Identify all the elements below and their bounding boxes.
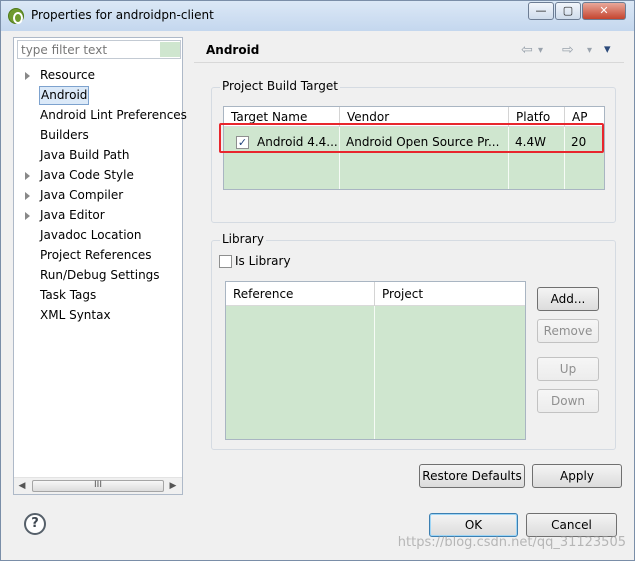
build-target-table[interactable]: Target Name Vendor Platfo AP ✓ Android 4… — [223, 106, 605, 190]
is-library-label[interactable]: Is Library — [235, 254, 291, 268]
reference-table[interactable]: Reference Project — [225, 281, 526, 440]
remove-button[interactable]: Remove — [537, 319, 599, 343]
build-target-label: Project Build Target — [220, 79, 340, 93]
tree-item-run-debug-settings[interactable]: Run/Debug Settings — [14, 265, 182, 285]
tree-item-java-editor[interactable]: Java Editor — [14, 205, 182, 225]
column-vendor[interactable]: Vendor — [340, 107, 509, 127]
tree-item-label: Java Compiler — [40, 188, 124, 202]
tree-item-java-compiler[interactable]: Java Compiler — [14, 185, 182, 205]
page-title: Android — [206, 43, 260, 57]
tree-item-label: XML Syntax — [40, 308, 111, 322]
help-icon[interactable]: ? — [24, 513, 46, 535]
column-reference[interactable]: Reference — [226, 282, 375, 306]
expand-arrow-icon[interactable] — [25, 172, 30, 180]
preference-tree-panel: Resource Android Android Lint Preferences B… — [13, 37, 187, 495]
column-project[interactable]: Project — [375, 282, 525, 306]
add-button[interactable]: Add... — [537, 287, 599, 311]
build-target-header: Target Name Vendor Platfo AP — [224, 107, 604, 127]
expand-arrow-icon[interactable] — [25, 192, 30, 200]
preference-tree: Resource Android Android Lint Preferences B… — [14, 65, 187, 325]
eclipse-app-icon — [8, 8, 24, 24]
table-row[interactable]: ✓ Android 4.4... Android Open Source Pr.… — [224, 132, 604, 152]
title-bar: Properties for androidpn-client — ▢ ✕ — [1, 1, 634, 31]
tree-item-builders[interactable]: Builders — [14, 125, 182, 145]
tree-item-java-code-style[interactable]: Java Code Style — [14, 165, 182, 185]
tree-item-android-lint-preferences[interactable]: Android Lint Preferences — [14, 105, 187, 125]
ok-button[interactable]: OK — [429, 513, 518, 537]
tree-item-java-build-path[interactable]: Java Build Path — [14, 145, 182, 165]
up-button[interactable]: Up — [537, 357, 599, 381]
tree-item-label: Run/Debug Settings — [40, 268, 160, 282]
page-header: Android ⇦ ▾ ⇨ ▾ ▾ — [194, 37, 624, 63]
scroll-left-icon[interactable]: ◀ — [17, 481, 27, 491]
tree-item-label: Builders — [40, 128, 89, 142]
tree-item-label: Java Build Path — [40, 148, 130, 162]
filter-clear-icon[interactable] — [160, 42, 180, 57]
scroll-right-icon[interactable]: ▶ — [168, 481, 178, 491]
tree-item-label: Javadoc Location — [40, 228, 142, 242]
vendor-cell: Android Open Source Pr... — [346, 135, 500, 149]
tree-item-javadoc-location[interactable]: Javadoc Location — [14, 225, 182, 245]
reference-header: Reference Project — [226, 282, 525, 306]
column-api[interactable]: AP — [565, 107, 604, 127]
scroll-thumb[interactable]: III — [32, 480, 164, 492]
target-name-cell: Android 4.4... — [257, 135, 337, 149]
tree-item-label: Resource — [40, 68, 96, 82]
apply-button[interactable]: Apply — [532, 464, 622, 488]
expand-arrow-icon[interactable] — [25, 72, 30, 80]
target-checkbox[interactable]: ✓ — [236, 136, 249, 149]
expand-arrow-icon[interactable] — [25, 212, 30, 220]
back-arrow-icon[interactable]: ⇦ — [521, 42, 533, 58]
platform-cell: 4.4W — [515, 135, 546, 149]
tree-item-label: Project References — [40, 248, 152, 262]
tree-item-android[interactable]: Android — [14, 85, 182, 105]
close-button[interactable]: ✕ — [582, 2, 626, 20]
is-library-checkbox[interactable] — [219, 255, 232, 268]
column-target-name[interactable]: Target Name — [224, 107, 340, 127]
properties-dialog: Properties for androidpn-client — ▢ ✕ Re… — [0, 0, 635, 561]
column-platform[interactable]: Platfo — [509, 107, 565, 127]
window-title: Properties for androidpn-client — [31, 8, 214, 22]
restore-defaults-button[interactable]: Restore Defaults — [419, 464, 525, 488]
tree-item-xml-syntax[interactable]: XML Syntax — [14, 305, 182, 325]
tree-item-label: Task Tags — [40, 288, 97, 302]
maximize-button[interactable]: ▢ — [555, 2, 581, 20]
tree-item-label: Java Code Style — [40, 168, 134, 182]
watermark: https://blog.csdn.net/qq_31123505 — [397, 535, 626, 550]
forward-menu-icon[interactable]: ▾ — [587, 45, 592, 56]
tree-item-task-tags[interactable]: Task Tags — [14, 285, 182, 305]
tree-item-label: Android — [39, 86, 90, 105]
cancel-button[interactable]: Cancel — [526, 513, 617, 537]
tree-item-label: Java Editor — [40, 208, 105, 222]
filter-input[interactable] — [17, 40, 181, 59]
back-menu-icon[interactable]: ▾ — [538, 45, 543, 56]
column-divider — [374, 306, 375, 439]
tree-item-label: Android Lint Preferences — [40, 108, 187, 122]
library-label: Library — [220, 232, 266, 246]
minimize-button[interactable]: — — [528, 2, 554, 20]
down-button[interactable]: Down — [537, 389, 599, 413]
view-menu-icon[interactable]: ▾ — [604, 42, 611, 57]
tree-item-project-references[interactable]: Project References — [14, 245, 182, 265]
tree-item-resource[interactable]: Resource — [14, 65, 182, 85]
api-cell: 20 — [571, 135, 587, 149]
horizontal-scrollbar[interactable]: ◀ III ▶ — [14, 477, 182, 494]
forward-arrow-icon[interactable]: ⇨ — [562, 42, 574, 58]
